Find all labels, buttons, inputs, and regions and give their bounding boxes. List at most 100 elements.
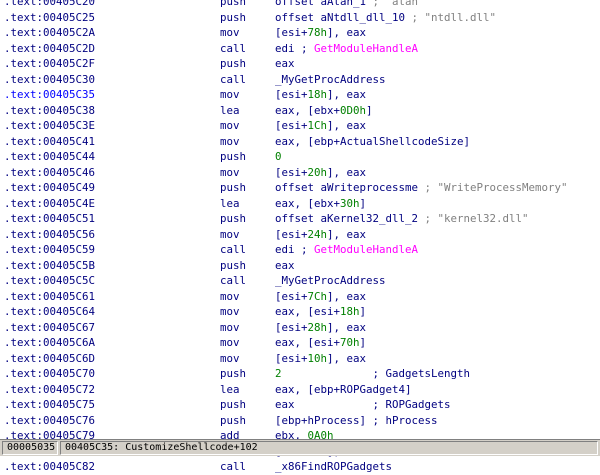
instruction-operands[interactable]: offset aAtan_1 ; "atan"	[275, 0, 425, 10]
disasm-line[interactable]: .text:00405C70 push 2 ; GadgetsLength	[0, 366, 600, 382]
line-address[interactable]: .text:00405C59	[4, 242, 95, 258]
instruction-operands[interactable]: [esi+10h], eax	[275, 351, 366, 367]
line-address[interactable]: .text:00405C64	[4, 304, 95, 320]
instruction-mnemonic[interactable]: mov	[220, 118, 240, 134]
instruction-operands[interactable]: offset aNtdll_dll_10 ; "ntdll.dll"	[275, 10, 496, 26]
line-address[interactable]: .text:00405C70	[4, 366, 95, 382]
disasm-line[interactable]: .text:00405C20 push offset aAtan_1 ; "atan…	[0, 0, 600, 10]
instruction-mnemonic[interactable]: lea	[220, 103, 240, 119]
instruction-operands[interactable]: [esi+28h], eax	[275, 320, 366, 336]
instruction-mnemonic[interactable]: mov	[220, 289, 240, 305]
instruction-mnemonic[interactable]: push	[220, 180, 246, 196]
instruction-operands[interactable]: eax	[275, 258, 295, 274]
line-address[interactable]: .text:00405C61	[4, 289, 95, 305]
instruction-mnemonic[interactable]: call	[220, 459, 246, 475]
disasm-line[interactable]: .text:00405C5B push eax	[0, 258, 600, 274]
instruction-operands[interactable]: [esi+18h], eax	[275, 87, 366, 103]
line-address[interactable]: .text:00405C41	[4, 134, 95, 150]
disasm-line[interactable]: .text:00405C46 mov [esi+20h], eax	[0, 165, 600, 181]
instruction-mnemonic[interactable]: push	[220, 413, 246, 429]
disasm-line[interactable]: .text:00405C5C call _MyGetProcAddress	[0, 273, 600, 289]
disasm-line[interactable]: .text:00405C2D call edi ; GetModuleHandleA	[0, 41, 600, 57]
instruction-operands[interactable]: eax, [esi+18h]	[275, 304, 366, 320]
instruction-mnemonic[interactable]: mov	[220, 87, 240, 103]
instruction-operands[interactable]: eax, [ebx+0D0h]	[275, 103, 373, 119]
instruction-mnemonic[interactable]: mov	[220, 25, 240, 41]
disasm-line[interactable]: .text:00405C44 push 0	[0, 149, 600, 165]
instruction-mnemonic[interactable]: mov	[220, 320, 240, 336]
disasm-line[interactable]: .text:00405C56 mov [esi+24h], eax	[0, 227, 600, 243]
disasm-line[interactable]: .text:00405C49 push offset aWriteprocessme…	[0, 180, 600, 196]
instruction-mnemonic[interactable]: mov	[220, 335, 240, 351]
instruction-operands[interactable]: [esi+78h], eax	[275, 25, 366, 41]
line-address[interactable]: .text:00405C5C	[4, 273, 95, 289]
disasm-line[interactable]: .text:00405C51 push offset aKernel32_dll_2…	[0, 211, 600, 227]
disasm-line[interactable]: .text:00405C59 call edi ; GetModuleHandleA	[0, 242, 600, 258]
disasm-line[interactable]: .text:00405C76 push [ebp+hProcess] ; hProc…	[0, 413, 600, 429]
instruction-operands[interactable]: eax, [ebp+ROPGadget4]	[275, 382, 412, 398]
instruction-mnemonic[interactable]: mov	[220, 165, 240, 181]
line-address[interactable]: .text:00405C72	[4, 382, 95, 398]
instruction-mnemonic[interactable]: call	[220, 41, 246, 57]
disassembly-listing[interactable]: .text:00405C20 push offset aAtan_1 ; "atan…	[0, 0, 600, 475]
instruction-operands[interactable]: eax, [ebx+30h]	[275, 196, 366, 212]
line-address[interactable]: .text:00405C30	[4, 72, 95, 88]
line-address[interactable]: .text:00405C20	[4, 0, 95, 10]
instruction-operands[interactable]: [esi+20h], eax	[275, 165, 366, 181]
instruction-mnemonic[interactable]: mov	[220, 134, 240, 150]
disasm-line[interactable]: .text:00405C25 push offset aNtdll_dll_10 ;…	[0, 10, 600, 26]
instruction-operands[interactable]: eax ; ROPGadgets	[275, 397, 451, 413]
disasm-line[interactable]: .text:00405C6A mov eax, [esi+70h]	[0, 335, 600, 351]
line-address[interactable]: .text:00405C51	[4, 211, 95, 227]
line-address[interactable]: .text:00405C3E	[4, 118, 95, 134]
instruction-operands[interactable]: eax, [esi+70h]	[275, 335, 366, 351]
disasm-line[interactable]: .text:00405C72 lea eax, [ebp+ROPGadget4]	[0, 382, 600, 398]
disasm-line[interactable]: .text:00405C67 mov [esi+28h], eax	[0, 320, 600, 336]
line-address[interactable]: .text:00405C44	[4, 149, 95, 165]
instruction-mnemonic[interactable]: mov	[220, 351, 240, 367]
line-address[interactable]: .text:00405C2D	[4, 41, 95, 57]
disasm-line[interactable]: .text:00405C75 push eax ; ROPGadgets	[0, 397, 600, 413]
instruction-operands[interactable]: eax, [ebp+ActualShellcodeSize]	[275, 134, 470, 150]
instruction-mnemonic[interactable]: push	[220, 10, 246, 26]
instruction-mnemonic[interactable]: push	[220, 366, 246, 382]
line-address[interactable]: .text:00405C2F	[4, 56, 95, 72]
line-address[interactable]: .text:00405C6D	[4, 351, 95, 367]
instruction-operands[interactable]: 2 ; GadgetsLength	[275, 366, 470, 382]
line-address[interactable]: .text:00405C75	[4, 397, 95, 413]
instruction-mnemonic[interactable]: mov	[220, 304, 240, 320]
instruction-mnemonic[interactable]: push	[220, 149, 246, 165]
disasm-line[interactable]: .text:00405C35 mov [esi+18h], eax	[0, 87, 600, 103]
instruction-mnemonic[interactable]: push	[220, 397, 246, 413]
instruction-operands[interactable]: _MyGetProcAddress	[275, 273, 386, 289]
instruction-operands[interactable]: _x86FindROPGadgets	[275, 459, 392, 475]
line-address[interactable]: .text:00405C5B	[4, 258, 95, 274]
disasm-line[interactable]: .text:00405C64 mov eax, [esi+18h]	[0, 304, 600, 320]
line-address[interactable]: .text:00405C38	[4, 103, 95, 119]
line-address[interactable]: .text:00405C6A	[4, 335, 95, 351]
disasm-line[interactable]: .text:00405C4E lea eax, [ebx+30h]	[0, 196, 600, 212]
line-address[interactable]: .text:00405C35	[4, 87, 95, 103]
instruction-mnemonic[interactable]: lea	[220, 196, 240, 212]
line-address[interactable]: .text:00405C4E	[4, 196, 95, 212]
disasm-line[interactable]: .text:00405C2F push eax	[0, 56, 600, 72]
instruction-operands[interactable]: 0	[275, 149, 282, 165]
disasm-line[interactable]: .text:00405C30 call _MyGetProcAddress	[0, 72, 600, 88]
instruction-mnemonic[interactable]: push	[220, 0, 246, 10]
line-address[interactable]: .text:00405C82	[4, 459, 95, 475]
instruction-operands[interactable]: [esi+7Ch], eax	[275, 289, 366, 305]
instruction-operands[interactable]: edi ; GetModuleHandleA	[275, 41, 418, 57]
disasm-line[interactable]: .text:00405C82 call _x86FindROPGadgets	[0, 459, 600, 475]
line-address[interactable]: .text:00405C2A	[4, 25, 95, 41]
instruction-operands[interactable]: [esi+24h], eax	[275, 227, 366, 243]
disasm-line[interactable]: .text:00405C3E mov [esi+1Ch], eax	[0, 118, 600, 134]
instruction-mnemonic[interactable]: mov	[220, 227, 240, 243]
instruction-mnemonic[interactable]: push	[220, 56, 246, 72]
instruction-mnemonic[interactable]: lea	[220, 382, 240, 398]
disasm-line[interactable]: .text:00405C38 lea eax, [ebx+0D0h]	[0, 103, 600, 119]
instruction-operands[interactable]: edi ; GetModuleHandleA	[275, 242, 418, 258]
instruction-operands[interactable]: offset aKernel32_dll_2 ; "kernel32.dll"	[275, 211, 529, 227]
disasm-line[interactable]: .text:00405C6D mov [esi+10h], eax	[0, 351, 600, 367]
instruction-operands[interactable]: _MyGetProcAddress	[275, 72, 386, 88]
line-address[interactable]: .text:00405C56	[4, 227, 95, 243]
